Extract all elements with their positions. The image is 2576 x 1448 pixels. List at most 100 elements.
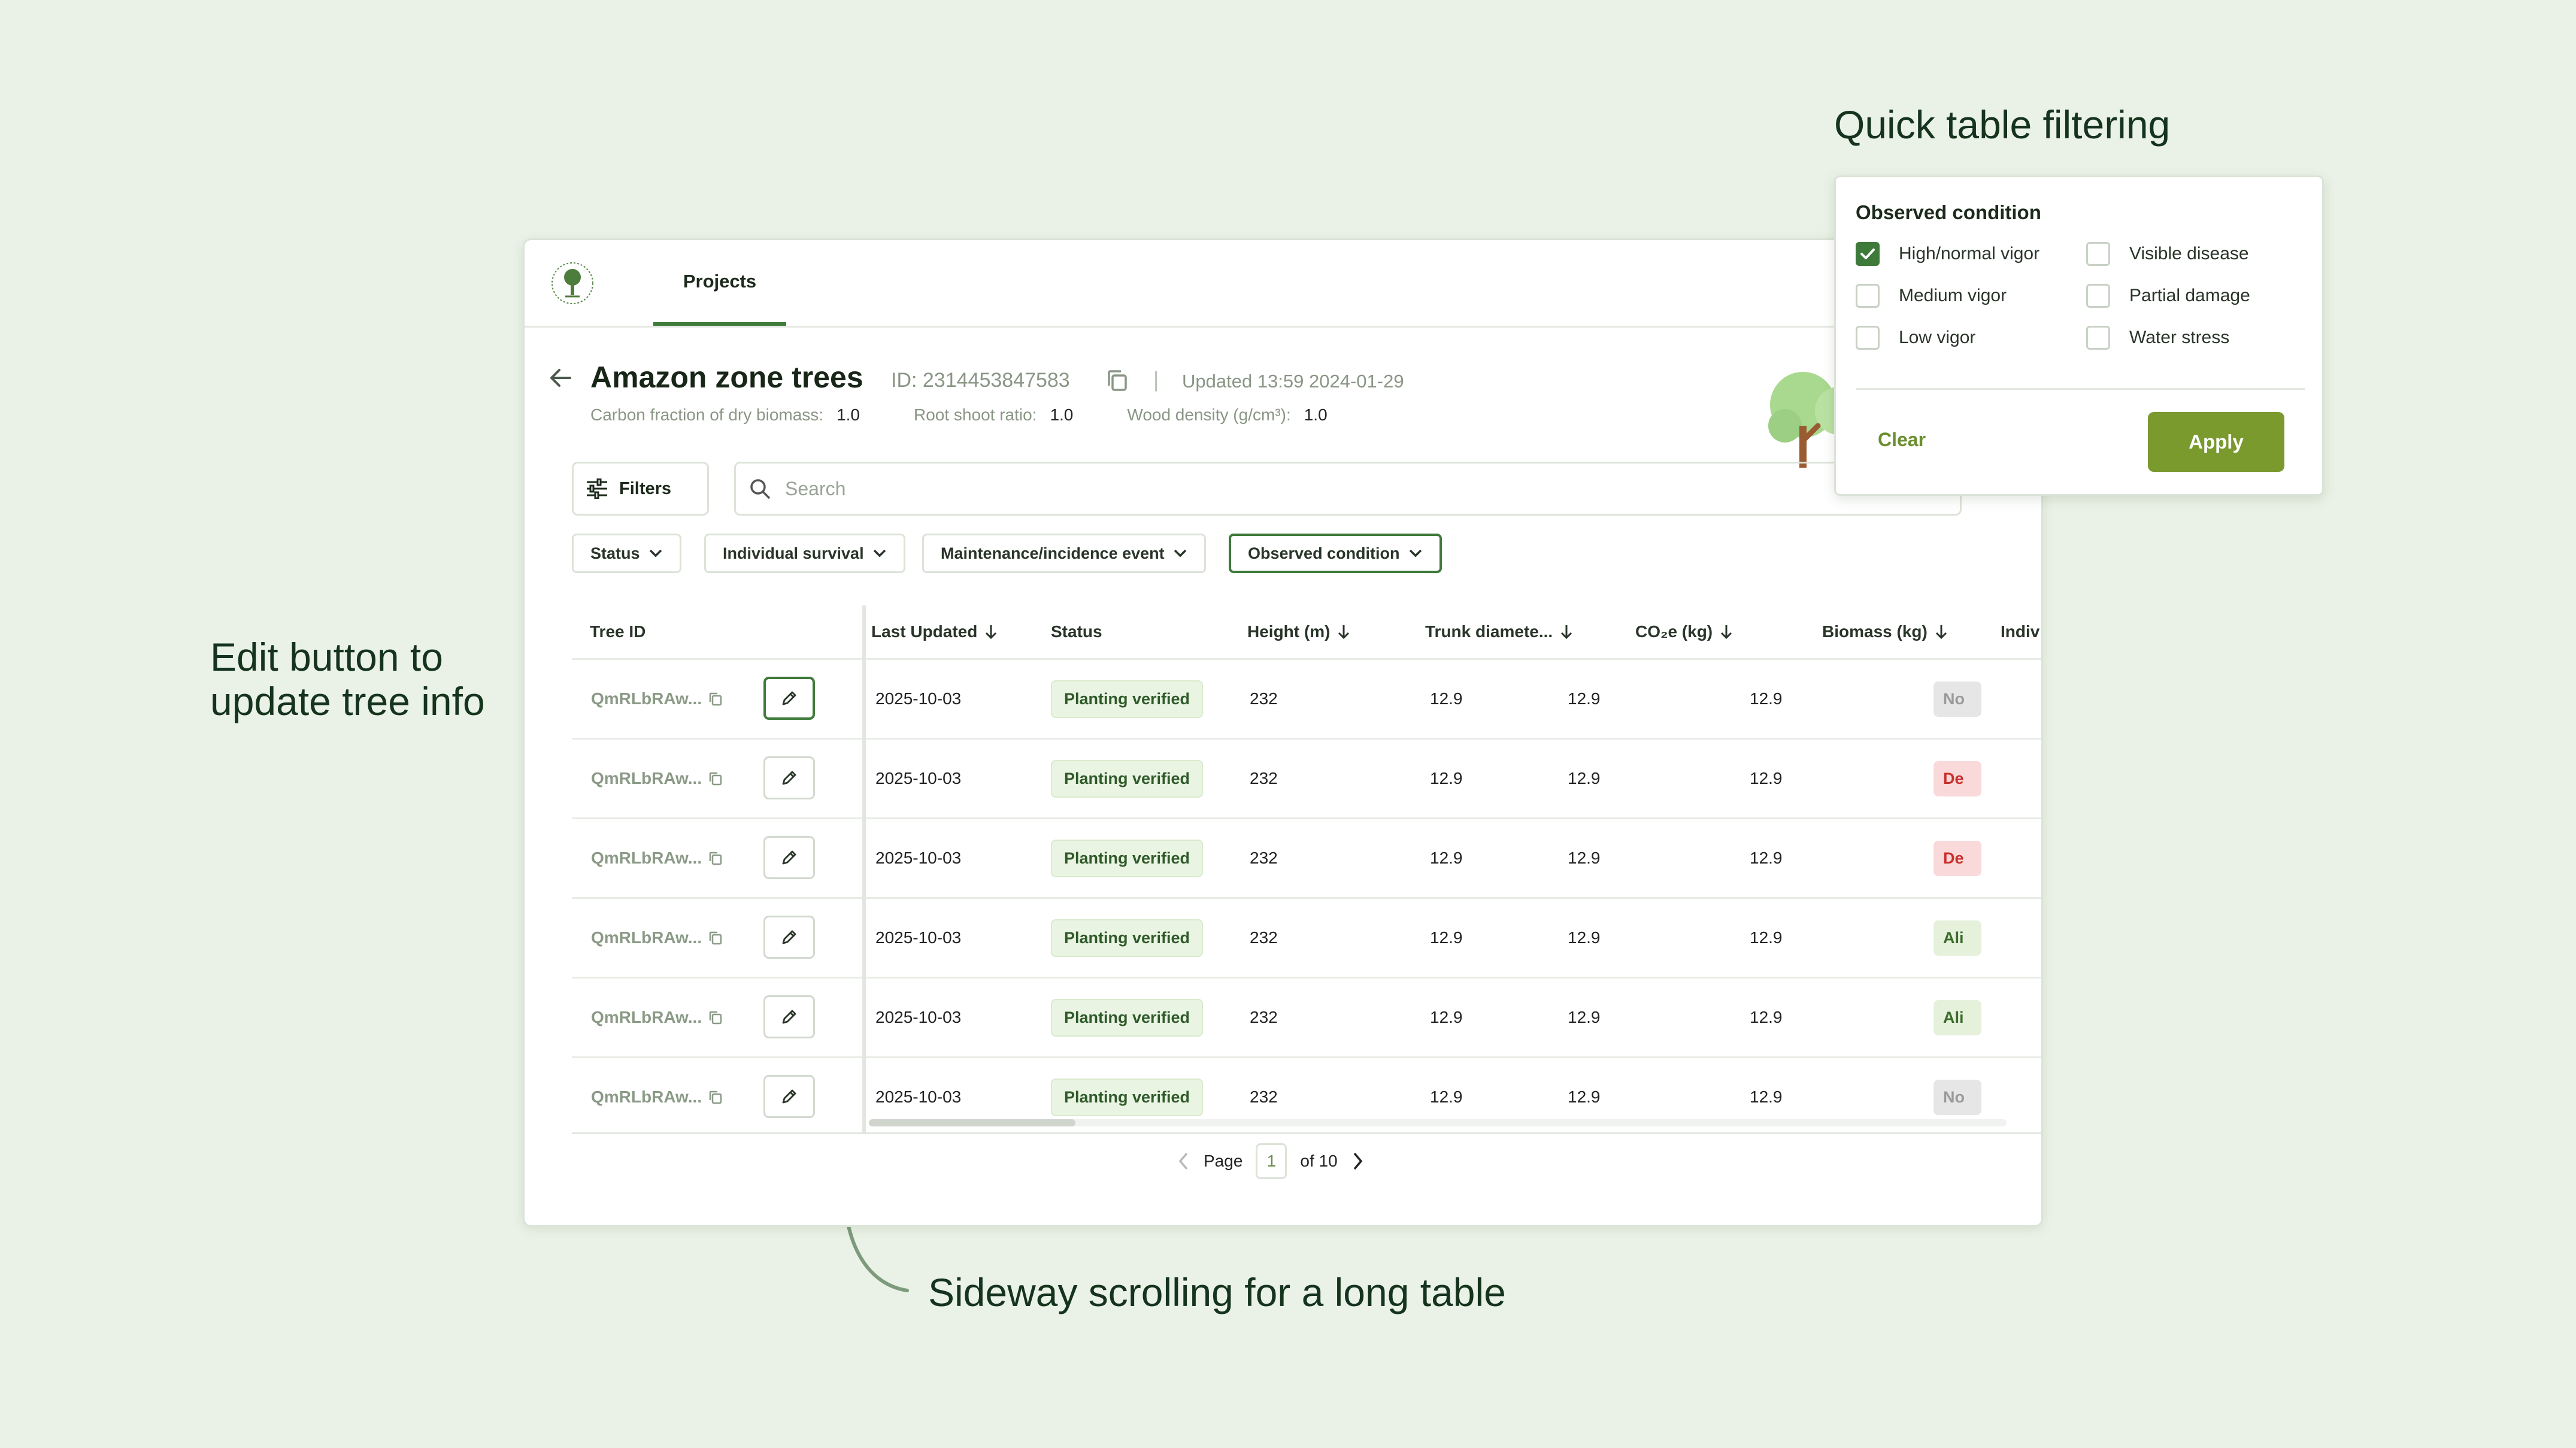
metric-value-wood-density: 1.0	[1304, 405, 1328, 424]
clear-button[interactable]: Clear	[1878, 429, 1926, 451]
tree-id-text: QmRLbRAw...	[591, 1087, 702, 1106]
tree-id-cell[interactable]: QmRLbRAw...	[591, 1058, 723, 1136]
updated-timestamp: Updated 13:59 2024-01-29	[1182, 371, 1404, 392]
sort-arrow-down-icon	[1338, 625, 1350, 640]
apply-button[interactable]: Apply	[2148, 412, 2284, 472]
col-status-label: Status	[1051, 622, 1102, 641]
checkbox[interactable]	[1856, 284, 1880, 308]
height-cell: 232	[1250, 1008, 1278, 1026]
edit-tree-button[interactable]	[763, 916, 815, 959]
col-co2-label: CO₂e (kg)	[1635, 622, 1713, 641]
chevron-down-icon	[1409, 549, 1422, 558]
copy-icon[interactable]	[708, 850, 723, 866]
copy-icon[interactable]	[1104, 368, 1131, 394]
chevron-down-icon	[873, 549, 886, 558]
height-cell: 232	[1250, 928, 1278, 947]
col-header-last-updated[interactable]: Last Updated	[871, 605, 998, 658]
chevron-left-icon[interactable]	[1177, 1151, 1190, 1171]
back-arrow-icon[interactable]	[547, 365, 574, 391]
checkbox[interactable]	[1856, 326, 1880, 350]
condition-option[interactable]: Visible disease	[2086, 242, 2249, 266]
checkbox[interactable]	[2086, 284, 2110, 308]
co2e-cell: 12.9	[1568, 689, 1601, 708]
chevron-down-icon	[649, 549, 662, 558]
chip-status[interactable]: Status	[572, 534, 681, 573]
col-biomass-label: Biomass (kg)	[1822, 622, 1928, 641]
chip-individual-survival-label: Individual survival	[723, 544, 864, 562]
table-row: QmRLbRAw... 2025-10-03 Planting verified 23…	[572, 897, 2041, 977]
copy-icon[interactable]	[708, 930, 723, 946]
sliders-icon	[587, 478, 607, 499]
pencil-icon	[782, 1089, 796, 1104]
copy-icon[interactable]	[708, 1089, 723, 1105]
condition-option[interactable]: Water stress	[2086, 326, 2229, 350]
metric-label-wood-density: Wood density (g/cm³):	[1127, 405, 1291, 424]
condition-option-label: High/normal vigor	[1899, 244, 2040, 263]
logo-icon	[551, 262, 593, 304]
status-badge: Planting verified	[1051, 919, 1204, 957]
last-updated-cell: 2025-10-03	[875, 769, 962, 787]
col-tree-id-label: Tree ID	[590, 622, 646, 641]
chip-status-label: Status	[590, 544, 640, 562]
col-header-height[interactable]: Height (m)	[1247, 605, 1350, 658]
edit-tree-button[interactable]	[763, 756, 815, 799]
horizontal-scrollbar-thumb[interactable]	[869, 1119, 1075, 1126]
tree-id-cell[interactable]: QmRLbRAw...	[591, 979, 723, 1056]
filters-button[interactable]: Filters	[572, 462, 709, 516]
edit-tree-button[interactable]	[763, 1075, 815, 1118]
col-header-trunk-diameter[interactable]: Trunk diamete...	[1425, 605, 1573, 658]
chip-observed-condition[interactable]: Observed condition	[1229, 534, 1442, 573]
tab-projects[interactable]: Projects	[653, 240, 786, 326]
annotation-edit-line1: Edit button to	[210, 635, 443, 679]
page-title: Amazon zone trees	[590, 361, 863, 394]
tree-id-cell[interactable]: QmRLbRAw...	[591, 660, 723, 738]
condition-option[interactable]: Medium vigor	[1856, 284, 2007, 308]
col-height-label: Height (m)	[1247, 622, 1331, 641]
copy-icon[interactable]	[708, 1010, 723, 1025]
checkbox[interactable]	[2086, 326, 2110, 350]
tree-id-cell[interactable]: QmRLbRAw...	[591, 740, 723, 817]
search-box	[734, 462, 1962, 516]
chip-individual-survival[interactable]: Individual survival	[704, 534, 905, 573]
table-row: QmRLbRAw... 2025-10-03 Planting verified 23…	[572, 738, 2041, 817]
edit-tree-button[interactable]	[763, 995, 815, 1038]
chevron-right-icon[interactable]	[1351, 1151, 1364, 1171]
annotation-scrolling: Sideway scrolling for a long table	[928, 1270, 1506, 1314]
search-input[interactable]	[784, 477, 1804, 501]
co2e-cell: 12.9	[1568, 769, 1601, 787]
survival-cell: Ali	[1933, 979, 1981, 1056]
height-cell: 232	[1250, 689, 1278, 708]
pencil-icon	[782, 771, 796, 785]
edit-tree-button[interactable]	[763, 836, 815, 879]
tree-id-text: QmRLbRAw...	[591, 689, 702, 708]
popover-divider	[1856, 388, 2305, 390]
col-header-status: Status	[1051, 605, 1102, 658]
condition-option[interactable]: Low vigor	[1856, 326, 1975, 350]
chevron-down-icon	[1174, 549, 1186, 558]
status-cell: Planting verified	[1051, 899, 1204, 977]
condition-option[interactable]: Partial damage	[2086, 284, 2250, 308]
biomass-cell: 12.9	[1750, 689, 1783, 708]
chip-maintenance-event[interactable]: Maintenance/incidence event	[922, 534, 1206, 573]
col-header-co2e[interactable]: CO₂e (kg)	[1635, 605, 1733, 658]
condition-option-label: Low vigor	[1899, 328, 1976, 347]
biomass-cell: 12.9	[1750, 769, 1783, 787]
sort-arrow-down-icon	[1561, 625, 1572, 640]
page-number-input[interactable]: 1	[1256, 1143, 1287, 1179]
tree-id-cell[interactable]: QmRLbRAw...	[591, 819, 723, 897]
height-cell: 232	[1250, 769, 1278, 787]
project-id: ID: 2314453847583	[891, 369, 1070, 392]
copy-icon[interactable]	[708, 691, 723, 707]
col-header-biomass[interactable]: Biomass (kg)	[1822, 605, 1948, 658]
metric-value-carbon: 1.0	[837, 405, 860, 424]
col-header-tree-id: Tree ID	[590, 605, 645, 658]
checkbox[interactable]	[2086, 242, 2110, 266]
copy-icon[interactable]	[708, 771, 723, 786]
tree-id-cell[interactable]: QmRLbRAw...	[591, 899, 723, 977]
condition-option[interactable]: High/normal vigor	[1856, 242, 2039, 266]
chip-observed-condition-label: Observed condition	[1248, 544, 1400, 562]
page-label: Page	[1204, 1152, 1243, 1170]
checkbox[interactable]	[1856, 242, 1880, 266]
sort-arrow-down-icon	[1721, 625, 1732, 640]
edit-tree-button[interactable]	[763, 677, 815, 720]
